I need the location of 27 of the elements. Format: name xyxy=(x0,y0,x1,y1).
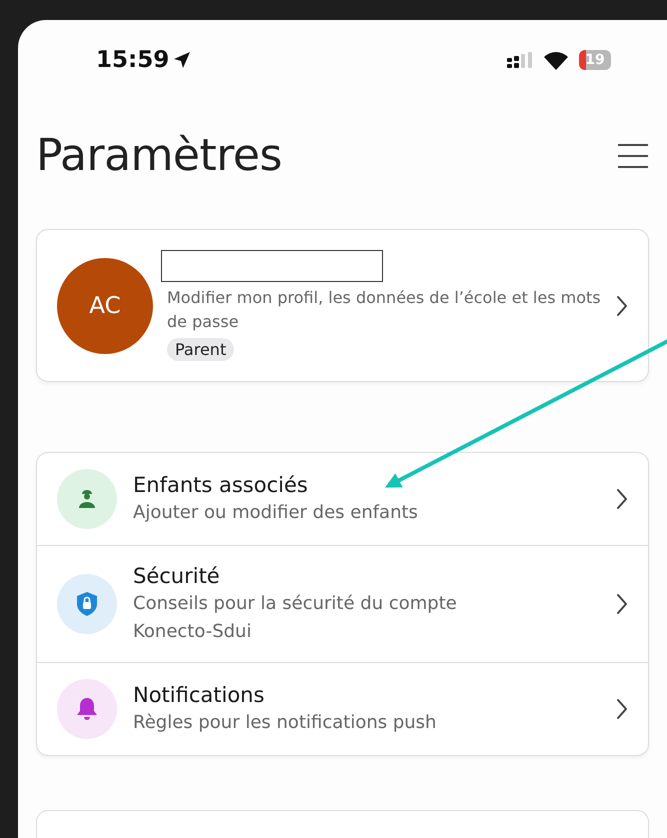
location-arrow-icon xyxy=(173,51,192,69)
signal-icon xyxy=(507,52,533,68)
avatar: AC xyxy=(57,258,153,354)
page-title: Paramètres xyxy=(36,130,282,181)
person-icon xyxy=(77,488,97,510)
profile-description: Modifier mon profil, les données de l’école et les mots de passe xyxy=(167,287,602,333)
item-subtitle: Règles pour les notifications push xyxy=(133,711,438,735)
role-tag: Parent xyxy=(167,338,234,361)
item-subtitle: Conseils pour la sécurité du compte Konecto-Sdui xyxy=(133,592,458,644)
chevron-icon xyxy=(616,488,628,510)
profile-card[interactable]: AC Modifier mon profil, les données de l’école et les mots de passe Parent xyxy=(36,229,649,382)
shield-lock-icon xyxy=(76,591,98,617)
item-subtitle: Ajouter ou modifier des enfants xyxy=(133,501,419,525)
settings-item[interactable]: Sécurité Conseils pour la sécurité du compte Konecto-Sdui xyxy=(37,545,648,662)
item-title: Notifications xyxy=(133,682,266,709)
settings-item[interactable]: Notifications Règles pour les notifications push xyxy=(37,662,648,755)
chevron-icon xyxy=(616,593,628,615)
bell-icon xyxy=(74,696,100,722)
chevron-icon xyxy=(616,294,628,316)
battery-level: 19 xyxy=(579,50,611,70)
chevron-icon xyxy=(616,698,628,720)
menu-icon[interactable] xyxy=(617,142,649,168)
item-title: Enfants associés xyxy=(133,472,309,499)
item-title: Sécurité xyxy=(133,563,221,590)
wifi-icon xyxy=(543,50,569,70)
settings-item[interactable]: Enfants associés Ajouter ou modifier des enfants xyxy=(37,453,648,545)
clock-time: 15:59 xyxy=(96,47,170,73)
